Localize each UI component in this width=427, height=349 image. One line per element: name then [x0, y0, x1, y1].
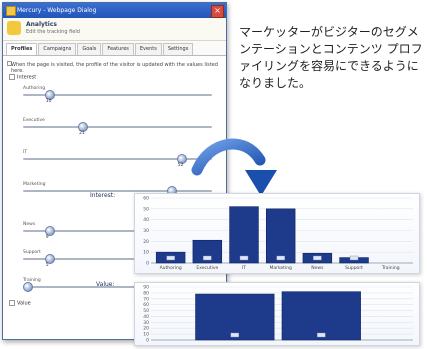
y-tick-label: 0 [146, 338, 149, 344]
bar [281, 291, 361, 341]
bar-marker [239, 255, 249, 261]
tab-bar: Profiles Campaigns Goals Features Events… [3, 41, 226, 56]
tab-features[interactable]: Features [102, 43, 134, 55]
y-tick-label: 20 [143, 326, 149, 332]
slider-value: 9 [45, 235, 49, 240]
analytics-icon [7, 21, 21, 35]
bar-marker [203, 255, 212, 261]
slider-label: IT [23, 150, 28, 155]
slider-value: 21 [79, 131, 85, 136]
bar-marker [230, 332, 240, 338]
y-tick-label: 50 [143, 308, 149, 314]
slider-handle[interactable] [23, 282, 33, 292]
x-tick-label: Training [381, 265, 400, 271]
value-checkbox[interactable] [9, 300, 15, 306]
slider-value: 52 [177, 163, 184, 168]
y-tick-label: 70 [143, 296, 149, 302]
y-tick-label: 60 [143, 302, 149, 308]
tab-goals[interactable]: Goals [77, 43, 102, 55]
tab-events[interactable]: Events [134, 43, 162, 55]
interest-chart: 0 10 20 30 40 50 60 Authoring Executive IT Marketi… [134, 193, 420, 274]
window-icon [6, 6, 16, 16]
value-chart-svg: 0102030405060708090 [143, 285, 413, 344]
tab-settings[interactable]: Settings [162, 43, 194, 55]
interest-checkbox[interactable] [9, 74, 15, 80]
bar-marker [313, 255, 322, 261]
x-tick-label: Support [345, 265, 363, 271]
x-tick-label: Authoring [160, 265, 182, 271]
slider-authoring[interactable]: Authoring 10 [13, 86, 214, 104]
x-tick-label: IT [242, 265, 246, 271]
bar-marker [349, 255, 359, 261]
y-tick-label: 40 [143, 217, 149, 223]
y-tick-label: 20 [143, 239, 149, 245]
value-chart-title: Value: [96, 281, 115, 288]
slider-label: Support [23, 250, 41, 255]
y-tick-label: 80 [143, 290, 149, 296]
bar [229, 206, 259, 264]
y-tick-label: 10 [143, 332, 149, 338]
caption-text: マーケッターがビジターのセグメンテーションとコンテンツ プロファイリングを容易に… [239, 24, 427, 92]
y-tick-label: 10 [143, 250, 149, 256]
close-button[interactable]: × [211, 5, 224, 18]
header-title: Analytics [26, 21, 57, 28]
slider-track[interactable] [23, 190, 212, 192]
y-tick-label: 50 [143, 206, 149, 212]
slider-value: 5 [45, 263, 49, 268]
interest-chart-svg: 0 10 20 30 40 50 60 Authoring Executive IT Marketi… [143, 196, 413, 271]
slider-it[interactable]: IT 52 [13, 150, 214, 168]
tab-campaigns[interactable]: Campaigns [38, 43, 77, 55]
interest-label: Interest [17, 74, 37, 81]
header-subtitle: Edit the tracking field [26, 29, 80, 35]
slider-label: Executive [23, 118, 45, 123]
section-value[interactable]: Value [9, 300, 31, 307]
slider-label: Marketing [23, 182, 46, 187]
dialog-header: Analytics Edit the tracking field [3, 18, 226, 41]
dialog-title: Mercury - Webpage Dialog [17, 7, 97, 14]
dialog-titlebar: Mercury - Webpage Dialog × [3, 3, 226, 18]
bar-marker [166, 255, 175, 261]
bar [265, 208, 296, 264]
y-tick-label: 30 [143, 320, 149, 326]
bar-marker [317, 332, 326, 338]
section-interest[interactable]: Interest [9, 74, 36, 81]
bar-marker [276, 255, 285, 261]
y-tick-label: 0 [146, 261, 149, 267]
value-label: Value [17, 300, 31, 307]
value-chart: 0 10 20 30 40 50 60 70 80 90 [134, 282, 420, 346]
interest-chart-title: Interest: [90, 192, 116, 199]
x-tick-label: Executive [196, 265, 218, 271]
y-tick-label: 40 [143, 314, 149, 320]
slider-label: Authoring [23, 86, 46, 91]
y-tick-label: 30 [143, 228, 149, 234]
x-tick-label: Marketing [269, 265, 292, 271]
y-tick-label: 90 [143, 285, 149, 291]
slider-executive[interactable]: Executive 21 [13, 118, 214, 136]
description-text: When the page is visited, the profile of… [11, 62, 218, 74]
slider-track[interactable] [23, 126, 212, 128]
y-tick-label: 60 [143, 196, 149, 202]
slider-value: 10 [45, 99, 52, 104]
tab-profiles[interactable]: Profiles [6, 43, 38, 55]
x-tick-label: News [311, 265, 324, 271]
slider-label: News [23, 222, 36, 227]
